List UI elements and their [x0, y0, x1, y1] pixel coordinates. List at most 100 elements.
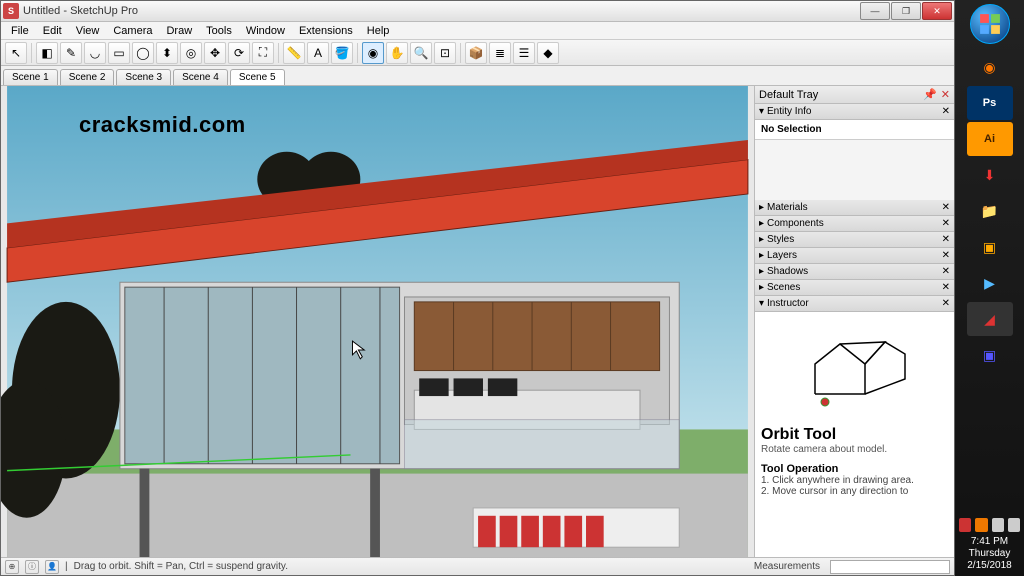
tray-close-icon[interactable]: ✕: [941, 88, 950, 101]
scene-tab-4[interactable]: Scene 4: [173, 69, 228, 85]
scene-tab-2[interactable]: Scene 2: [60, 69, 115, 85]
titlebar: S Untitled - SketchUp Pro — ❐ ✕: [1, 1, 954, 22]
orbit-tool-icon[interactable]: ◉: [362, 42, 384, 64]
folder-icon[interactable]: 📁: [967, 194, 1013, 228]
maximize-button[interactable]: ❐: [891, 2, 921, 20]
ruby-tool-icon[interactable]: ◆: [537, 42, 559, 64]
panel-x-icon[interactable]: ✕: [942, 234, 950, 245]
clock[interactable]: 7:41 PM Thursday 2/15/2018: [959, 536, 1020, 572]
window-title: Untitled - SketchUp Pro: [23, 5, 860, 17]
panel-x-icon[interactable]: ✕: [942, 282, 950, 293]
illustrator-icon[interactable]: Ai: [967, 122, 1013, 156]
chevron-right-icon: ▸: [759, 266, 767, 277]
menu-camera[interactable]: Camera: [107, 24, 158, 38]
scene-tab-5[interactable]: Scene 5: [230, 69, 285, 85]
taskbar-apps: ◉ Ps Ai ⬇ 📁 ▣ ▶ ◢ ▣: [955, 50, 1024, 372]
tray-title: Default Tray: [759, 89, 818, 101]
tray-header[interactable]: Default Tray 📌 ✕: [755, 86, 954, 104]
menu-draw[interactable]: Draw: [160, 24, 198, 38]
credits-icon[interactable]: ⓘ: [25, 560, 39, 574]
pan-tool-icon[interactable]: ✋: [386, 42, 408, 64]
panel-x-icon[interactable]: ✕: [942, 250, 950, 261]
workspace: cracksmid.com Default Tray 📌 ✕ ▾ Entity …: [1, 86, 954, 557]
zoomext-tool-icon[interactable]: ⊡: [434, 42, 456, 64]
zoom-tool-icon[interactable]: 🔍: [410, 42, 432, 64]
watermark-text: cracksmid.com: [79, 112, 246, 138]
menu-help[interactable]: Help: [361, 24, 396, 38]
minimize-button[interactable]: —: [860, 2, 890, 20]
tray-net-icon[interactable]: [992, 518, 1004, 532]
text-tool-icon[interactable]: A: [307, 42, 329, 64]
acrobat-icon[interactable]: ⬇: [967, 158, 1013, 192]
tape-tool-icon[interactable]: 📏: [283, 42, 305, 64]
panel-components[interactable]: ▸Components✕: [755, 216, 954, 232]
panel-label: Instructor: [767, 298, 809, 309]
layers-tool-icon[interactable]: ≣: [489, 42, 511, 64]
close-button[interactable]: ✕: [922, 2, 952, 20]
player-icon[interactable]: ▶: [967, 266, 1013, 300]
instructor-op-heading: Tool Operation: [761, 463, 948, 475]
firefox-icon[interactable]: ◉: [967, 50, 1013, 84]
measurements-input[interactable]: [830, 560, 950, 574]
arc-tool-icon[interactable]: ◡: [84, 42, 106, 64]
app-icon[interactable]: ▣: [967, 338, 1013, 372]
outliner-tool-icon[interactable]: ☰: [513, 42, 535, 64]
panel-x-icon[interactable]: ✕: [942, 218, 950, 229]
menu-file[interactable]: File: [5, 24, 35, 38]
scale-tool-icon[interactable]: ⛶: [252, 42, 274, 64]
instructor-panel: Orbit Tool Rotate camera about model. To…: [755, 312, 954, 557]
scene-tab-3[interactable]: Scene 3: [116, 69, 171, 85]
rect-tool-icon[interactable]: ▭: [108, 42, 130, 64]
start-button[interactable]: [970, 4, 1010, 44]
offset-tool-icon[interactable]: ◎: [180, 42, 202, 64]
photoshop-icon[interactable]: Ps: [967, 86, 1013, 120]
chevron-right-icon: ▸: [759, 282, 767, 293]
panel-x-icon[interactable]: ✕: [942, 298, 950, 309]
panel-label: Layers: [767, 250, 797, 261]
panel-scenes[interactable]: ▸Scenes ✕: [755, 280, 954, 296]
clock-date: 2/15/2018: [959, 560, 1020, 572]
tray-flag-icon[interactable]: [959, 518, 971, 532]
menu-window[interactable]: Window: [240, 24, 291, 38]
menu-extensions[interactable]: Extensions: [293, 24, 359, 38]
menu-tools[interactable]: Tools: [200, 24, 238, 38]
panel-entity-info[interactable]: ▾ Entity Info ✕: [755, 104, 954, 120]
panel-shadows[interactable]: ▸Shadows✕: [755, 264, 954, 280]
chevron-down-icon: ▾: [759, 106, 767, 117]
pushpull-tool-icon[interactable]: ⬍: [156, 42, 178, 64]
default-tray: Default Tray 📌 ✕ ▾ Entity Info ✕ No Sele…: [754, 86, 954, 557]
viewport[interactable]: cracksmid.com: [1, 86, 754, 557]
panel-styles[interactable]: ▸Styles✕: [755, 232, 954, 248]
panel-x-icon[interactable]: ✕: [942, 266, 950, 277]
eraser-tool-icon[interactable]: ◧: [36, 42, 58, 64]
toolbar: ↖ ◧ ✎ ◡ ▭ ◯ ⬍ ◎ ✥ ⟳ ⛶ 📏 A 🪣 ◉ ✋ 🔍 ⊡ 📦 ≣ …: [1, 40, 954, 66]
sketchup-icon[interactable]: ◢: [967, 302, 1013, 336]
panel-materials[interactable]: ▸Materials✕: [755, 200, 954, 216]
menu-edit[interactable]: Edit: [37, 24, 68, 38]
rotate-tool-icon[interactable]: ⟳: [228, 42, 250, 64]
circle-tool-icon[interactable]: ◯: [132, 42, 154, 64]
paint-tool-icon[interactable]: 🪣: [331, 42, 353, 64]
menu-view[interactable]: View: [70, 24, 106, 38]
move-tool-icon[interactable]: ✥: [204, 42, 226, 64]
entity-info-content: No Selection: [755, 120, 954, 140]
tray-vol-icon[interactable]: [1008, 518, 1020, 532]
geo-icon[interactable]: ⊕: [5, 560, 19, 574]
panel-layers[interactable]: ▸Layers✕: [755, 248, 954, 264]
select-tool-icon[interactable]: ↖: [5, 42, 27, 64]
scene-tab-1[interactable]: Scene 1: [3, 69, 58, 85]
panel-instructor[interactable]: ▾Instructor✕: [755, 296, 954, 312]
pin-icon[interactable]: 📌: [923, 88, 937, 101]
pencil-tool-icon[interactable]: ✎: [60, 42, 82, 64]
separator: [357, 43, 358, 63]
separator: [278, 43, 279, 63]
panel-x-icon[interactable]: ✕: [942, 106, 950, 117]
user-icon[interactable]: 👤: [45, 560, 59, 574]
panel-label: Scenes: [767, 282, 800, 293]
separator: [460, 43, 461, 63]
warehouse-tool-icon[interactable]: 📦: [465, 42, 487, 64]
panel-x-icon[interactable]: ✕: [942, 202, 950, 213]
media-icon[interactable]: ▣: [967, 230, 1013, 264]
tray-shield-icon[interactable]: [975, 518, 987, 532]
status-hint: Drag to orbit. Shift = Pan, Ctrl = suspe…: [74, 561, 748, 572]
